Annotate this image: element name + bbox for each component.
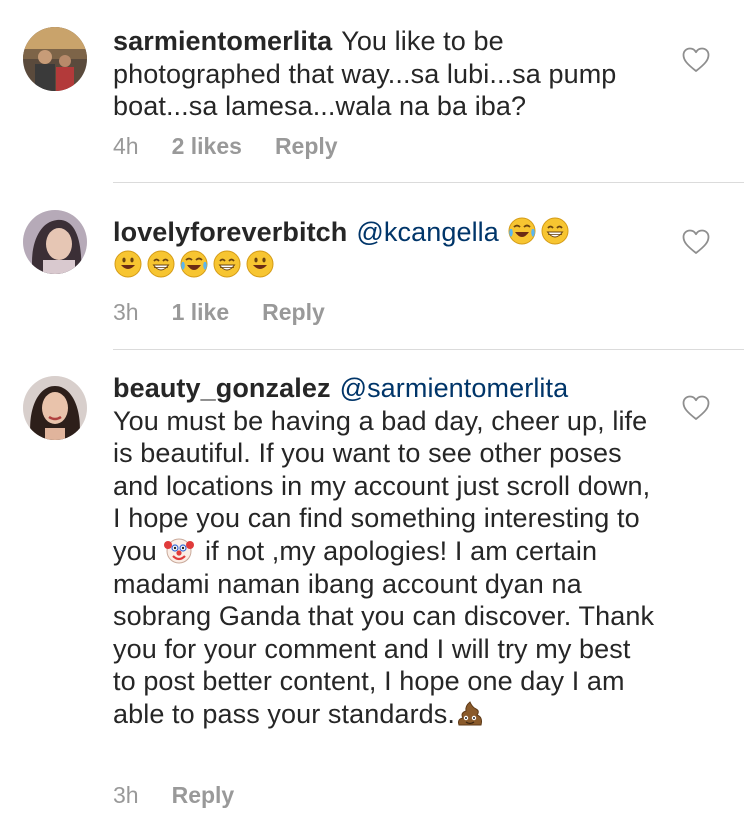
reply-button[interactable]: Reply — [275, 133, 338, 160]
comment-meta: 4h 2 likes Reply — [113, 133, 338, 160]
avatar[interactable] — [23, 27, 87, 91]
grinning-emoji — [146, 249, 176, 279]
comment-time: 3h — [113, 782, 139, 808]
heart-outline-icon[interactable] — [682, 395, 710, 421]
grinning-emoji — [212, 249, 242, 279]
comment-username[interactable]: beauty_gonzalez — [113, 373, 331, 403]
heart-outline-icon[interactable] — [682, 47, 710, 73]
comment-text: beauty_gonzalez @sarmientomerlita You mus… — [113, 372, 658, 731]
comment-time: 4h — [113, 133, 139, 159]
reply-button[interactable]: Reply — [262, 299, 325, 326]
avatar[interactable] — [23, 376, 87, 440]
reply-button[interactable]: Reply — [172, 782, 235, 809]
comment-likes[interactable]: 1 like — [172, 299, 230, 326]
comment-text: lovelyforeverbitch @kcangella — [113, 216, 658, 281]
smiley-emoji — [245, 249, 275, 279]
comment-username[interactable]: lovelyforeverbitch — [113, 217, 347, 247]
comment-time: 3h — [113, 299, 139, 325]
tears-of-joy-emoji — [179, 249, 209, 279]
comment-likes[interactable]: 2 likes — [172, 133, 242, 160]
divider — [113, 182, 744, 183]
comment-username[interactable]: sarmientomerlita — [113, 26, 332, 56]
divider — [113, 349, 744, 350]
comment-meta: 3h Reply — [113, 782, 234, 809]
comment-mention[interactable]: @sarmientomerlita — [340, 373, 569, 403]
tears-of-joy-emoji — [507, 216, 537, 246]
comment-text: sarmientomerlita You like to be photograp… — [113, 25, 658, 123]
comment-mention[interactable]: @kcangella — [356, 217, 499, 247]
avatar[interactable] — [23, 210, 87, 274]
smiley-emoji — [113, 249, 143, 279]
grinning-emoji — [540, 216, 570, 246]
clown-emoji — [164, 535, 195, 565]
heart-outline-icon[interactable] — [682, 229, 710, 255]
poop-emoji — [455, 698, 485, 728]
comment-meta: 3h 1 like Reply — [113, 299, 325, 326]
